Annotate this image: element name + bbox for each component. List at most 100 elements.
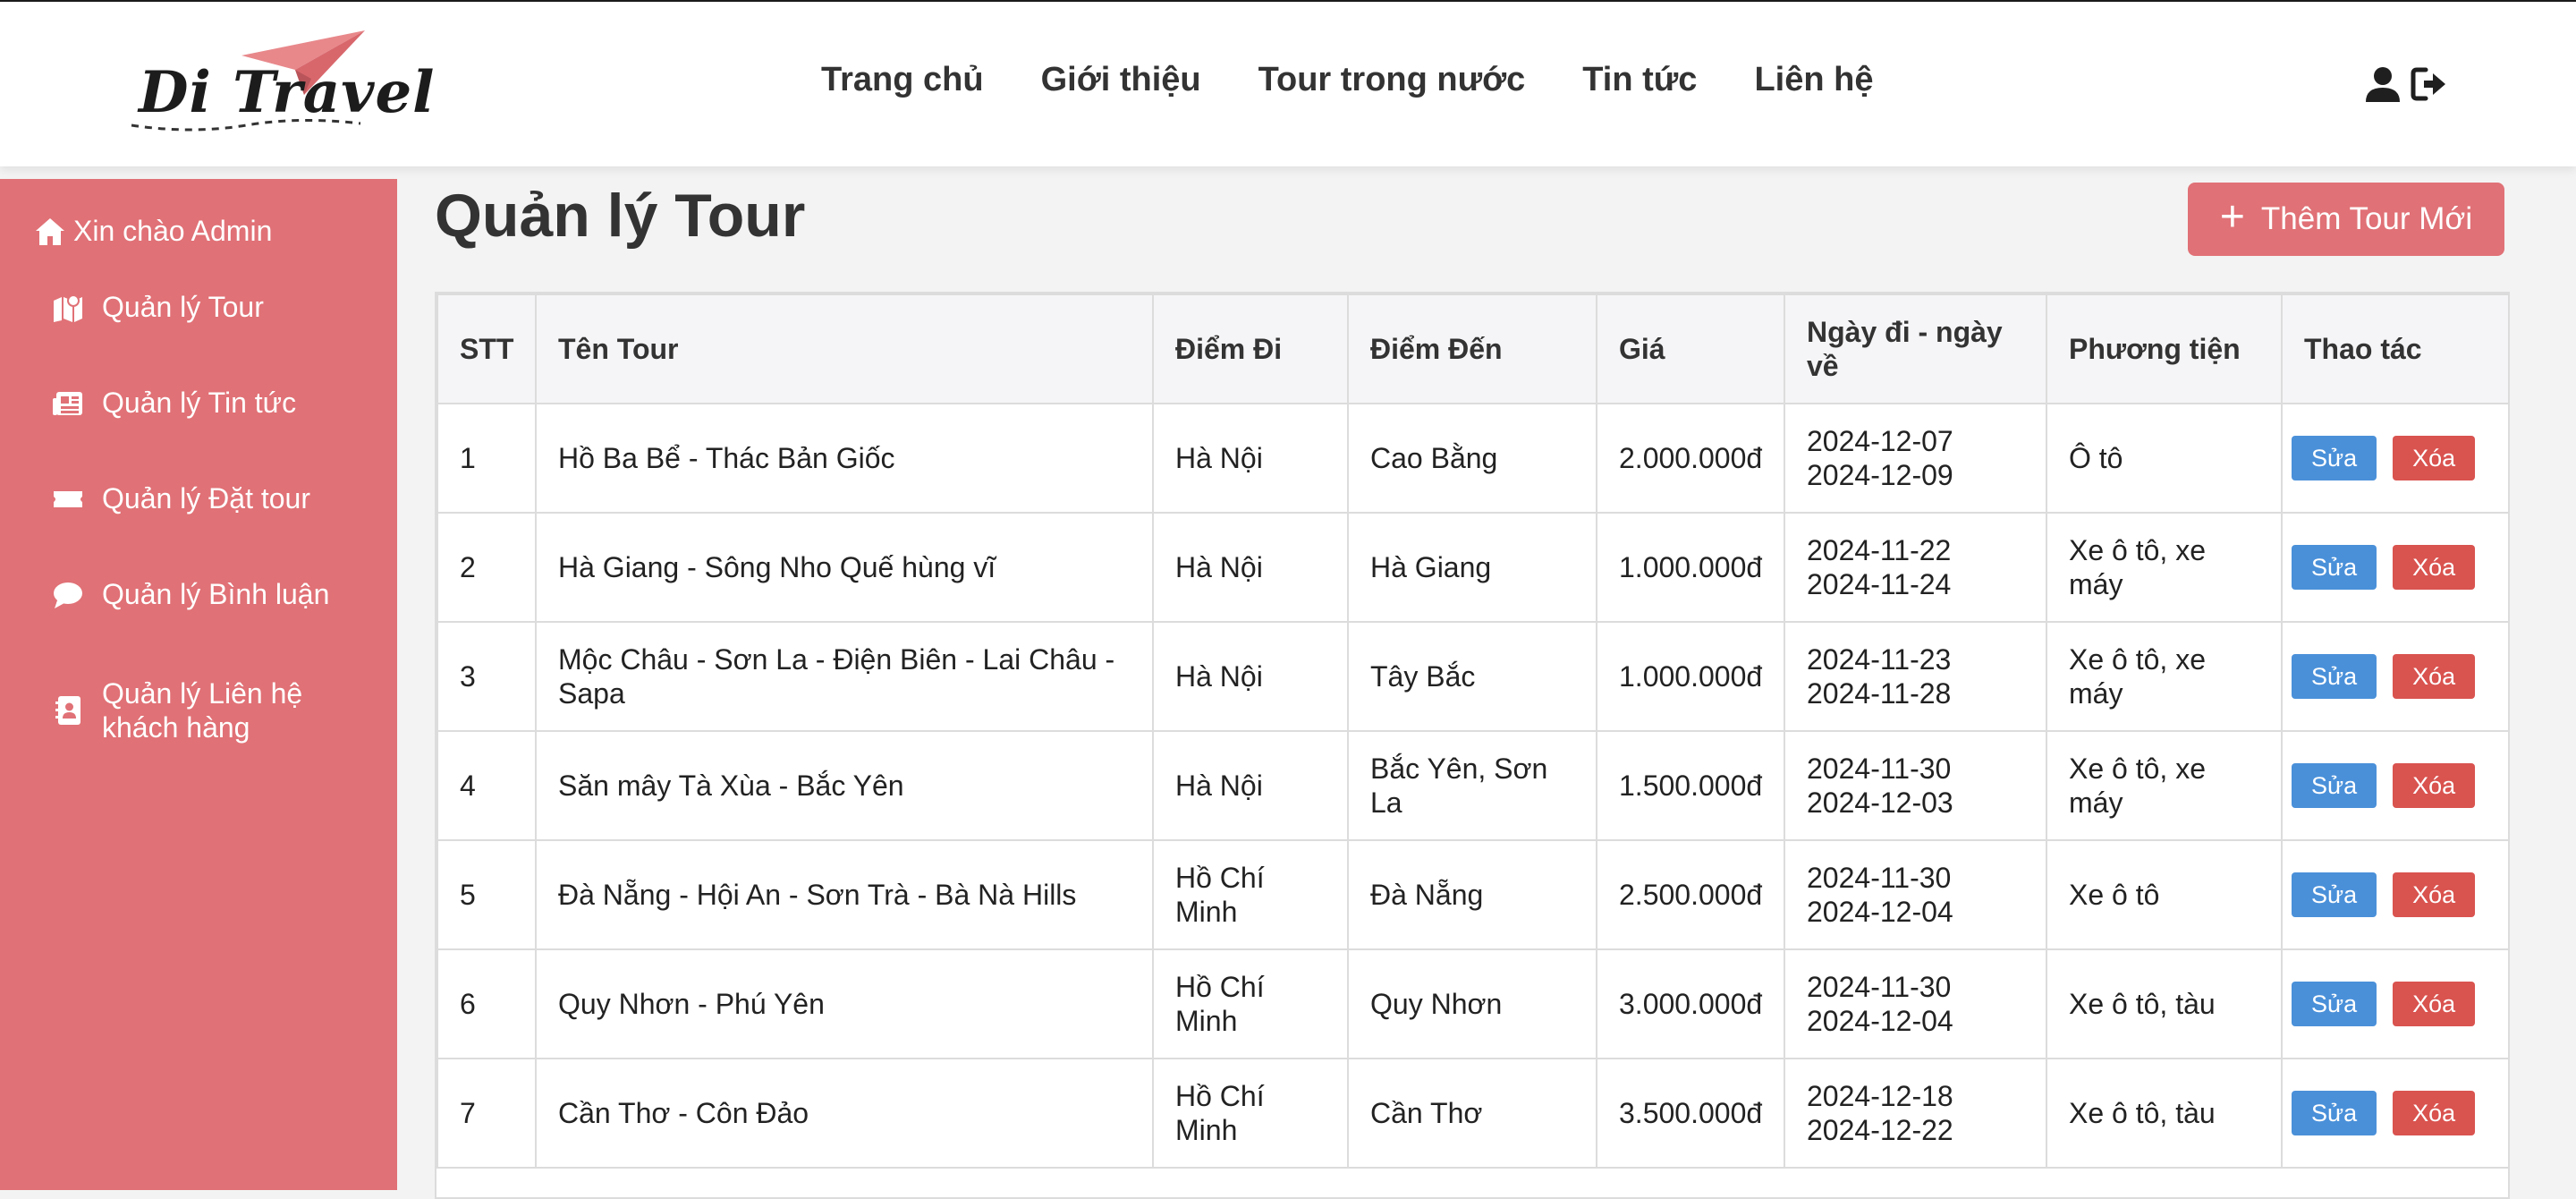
nav-home[interactable]: Trang chủ <box>821 61 984 99</box>
delete-button[interactable]: Xóa <box>2393 436 2476 480</box>
cell-transport: Xe ô tô <box>2046 839 2283 950</box>
cell-actions: Sửa Xóa <box>2281 621 2508 732</box>
sidebar-item-comments[interactable]: Quản lý Bình luận <box>52 577 329 611</box>
plus-icon: + <box>2219 193 2245 241</box>
end-date: 2024-12-09 <box>1807 459 1953 491</box>
tour-table-container[interactable]: STT Tên Tour Điểm Đi Điểm Đến Giá Ngày đ… <box>435 292 2510 1199</box>
edit-button[interactable]: Sửa <box>2292 654 2377 699</box>
delete-button[interactable]: Xóa <box>2393 872 2476 917</box>
sidebar: Xin chào Admin Quản lý Tour Quản lý Tin … <box>0 179 397 1190</box>
edit-button[interactable]: Sửa <box>2292 545 2377 590</box>
cell-from: Hồ Chí Minh <box>1152 839 1349 950</box>
end-date: 2024-11-28 <box>1807 677 1952 710</box>
cell-to: Tây Bắc <box>1347 621 1597 732</box>
tour-table: STT Tên Tour Điểm Đi Điểm Đến Giá Ngày đ… <box>436 293 2508 1169</box>
cell-from: Hà Nội <box>1152 730 1349 841</box>
cell-stt: 6 <box>436 948 537 1059</box>
home-icon <box>36 217 64 245</box>
welcome-text: Xin chào Admin <box>73 215 273 247</box>
end-date: 2024-12-04 <box>1807 896 1953 928</box>
table-header-row: STT Tên Tour Điểm Đi Điểm Đến Giá Ngày đ… <box>436 293 2508 404</box>
col-header-name: Tên Tour <box>535 293 1154 404</box>
logout-icon[interactable] <box>2410 64 2449 104</box>
delete-button[interactable]: Xóa <box>2393 654 2476 699</box>
add-tour-button[interactable]: + Thêm Tour Mới <box>2188 183 2504 256</box>
sidebar-item-booking[interactable]: Quản lý Đặt tour <box>52 481 310 515</box>
cell-dates: 2024-12-18 2024-12-22 <box>1784 1058 2047 1169</box>
edit-button[interactable]: Sửa <box>2292 436 2377 480</box>
edit-button[interactable]: Sửa <box>2292 982 2377 1026</box>
header: Di Travel Trang chủ Giới thiệu Tour tron… <box>0 0 2576 166</box>
map-icon <box>54 294 82 322</box>
cell-price: 1.000.000đ <box>1596 512 1785 623</box>
cell-tour-name: Hồ Ba Bể - Thác Bản Giốc <box>535 403 1154 514</box>
cell-price: 1.000.000đ <box>1596 621 1785 732</box>
cell-to: Cần Thơ <box>1347 1058 1597 1169</box>
edit-button[interactable]: Sửa <box>2292 763 2377 808</box>
table-row: 1 Hồ Ba Bể - Thác Bản Giốc Hà Nội Cao Bằng 2… <box>436 403 2508 514</box>
nav-domestic-tours[interactable]: Tour trong nước <box>1258 61 1526 99</box>
start-date: 2024-11-30 <box>1807 971 1952 1003</box>
cell-price: 1.500.000đ <box>1596 730 1785 841</box>
cell-stt: 5 <box>436 839 537 950</box>
cell-stt: 2 <box>436 512 537 623</box>
header-icons <box>2363 64 2449 104</box>
logo[interactable]: Di Travel <box>130 29 434 140</box>
edit-button[interactable]: Sửa <box>2292 1091 2377 1135</box>
cell-actions: Sửa Xóa <box>2281 839 2508 950</box>
start-date: 2024-12-18 <box>1807 1080 1953 1112</box>
user-icon[interactable] <box>2363 64 2402 104</box>
sidebar-item-news[interactable]: Quản lý Tin tức <box>52 386 296 420</box>
cell-transport: Xe ô tô, xe máy <box>2046 512 2283 623</box>
sidebar-item-label: Quản lý Liên hệ khách hàng <box>102 677 303 744</box>
cell-transport: Ô tô <box>2046 403 2283 514</box>
cell-actions: Sửa Xóa <box>2281 1058 2508 1169</box>
start-date: 2024-12-07 <box>1807 425 1953 457</box>
cell-dates: 2024-11-23 2024-11-28 <box>1784 621 2047 732</box>
cell-dates: 2024-11-30 2024-12-04 <box>1784 839 2047 950</box>
contact-icon <box>55 696 80 725</box>
col-header-from: Điểm Đi <box>1152 293 1349 404</box>
delete-button[interactable]: Xóa <box>2393 545 2476 590</box>
cell-price: 2.000.000đ <box>1596 403 1785 514</box>
col-header-stt: STT <box>436 293 537 404</box>
nav-about[interactable]: Giới thiệu <box>1041 61 1201 99</box>
sidebar-item-label: Quản lý Bình luận <box>102 578 330 610</box>
table-row: 3 Mộc Châu - Sơn La - Điện Biên - Lai Châ… <box>436 621 2508 732</box>
start-date: 2024-11-30 <box>1807 862 1952 894</box>
cell-actions: Sửa Xóa <box>2281 403 2508 514</box>
sidebar-item-label: Quản lý Tin tức <box>102 387 297 419</box>
cell-stt: 3 <box>436 621 537 732</box>
nav-contact[interactable]: Liên hệ <box>1754 61 1873 99</box>
cell-transport: Xe ô tô, tàu <box>2046 948 2283 1059</box>
cell-price: 3.500.000đ <box>1596 1058 1785 1169</box>
delete-button[interactable]: Xóa <box>2393 763 2476 808</box>
cell-tour-name: Săn mây Tà Xùa - Bắc Yên <box>535 730 1154 841</box>
cell-from: Hồ Chí Minh <box>1152 948 1349 1059</box>
col-header-price: Giá <box>1596 293 1785 404</box>
start-date: 2024-11-23 <box>1807 643 1952 676</box>
comment-icon <box>54 582 82 608</box>
sidebar-item-label: Quản lý Tour <box>102 291 264 323</box>
cell-to: Quy Nhơn <box>1347 948 1597 1059</box>
sidebar-item-tour[interactable]: Quản lý Tour <box>52 290 264 324</box>
page-title: Quản lý Tour <box>435 182 806 250</box>
cell-dates: 2024-11-30 2024-12-03 <box>1784 730 2047 841</box>
cell-to: Bắc Yên, Sơn La <box>1347 730 1597 841</box>
cell-transport: Xe ô tô, xe máy <box>2046 621 2283 732</box>
cell-from: Hà Nội <box>1152 512 1349 623</box>
ticket-icon <box>54 491 82 507</box>
table-row: 7 Cần Thơ - Côn Đảo Hồ Chí Minh Cần Thơ 3.50… <box>436 1058 2508 1169</box>
newspaper-icon <box>53 392 82 415</box>
cell-dates: 2024-11-30 2024-12-04 <box>1784 948 2047 1059</box>
nav-news[interactable]: Tin tức <box>1582 61 1697 99</box>
edit-button[interactable]: Sửa <box>2292 872 2377 917</box>
delete-button[interactable]: Xóa <box>2393 982 2476 1026</box>
delete-button[interactable]: Xóa <box>2393 1091 2476 1135</box>
cell-from: Hồ Chí Minh <box>1152 1058 1349 1169</box>
cell-price: 2.500.000đ <box>1596 839 1785 950</box>
end-date: 2024-12-03 <box>1807 787 1953 819</box>
sidebar-item-contacts[interactable]: Quản lý Liên hệ khách hàng <box>52 676 320 744</box>
cell-actions: Sửa Xóa <box>2281 730 2508 841</box>
cell-from: Hà Nội <box>1152 403 1349 514</box>
